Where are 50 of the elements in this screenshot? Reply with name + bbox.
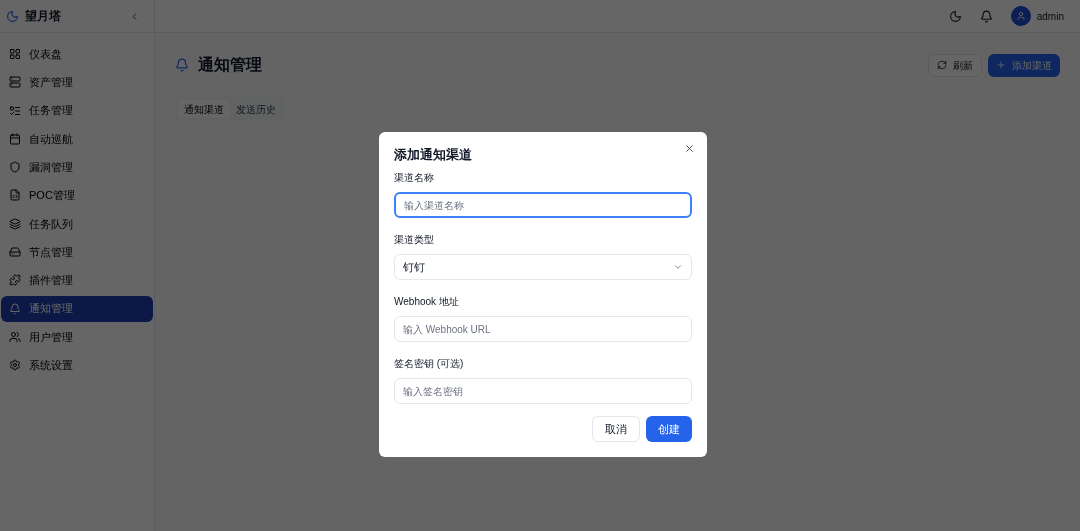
close-icon[interactable] (684, 143, 695, 154)
input-field[interactable]: 输入渠道名称 (394, 192, 692, 218)
user-name: admin (1036, 9, 1064, 24)
sidebar-item[interactable]: 通知管理 (1, 295, 153, 322)
primary-button[interactable]: 创建 (646, 416, 692, 442)
sidebar-item[interactable]: 系统设置 (1, 352, 153, 379)
sidebar-item[interactable]: 任务管理 (1, 97, 153, 124)
tab[interactable]: 发送历史 (230, 100, 282, 118)
sidebar-item[interactable]: POC管理 (1, 182, 153, 209)
app-name: 望月塔 (25, 8, 61, 25)
refresh-icon (937, 60, 947, 70)
plus-icon (996, 60, 1006, 70)
field-label: 渠道类型 (394, 233, 435, 247)
select-field[interactable]: 钉钉 (394, 254, 692, 280)
moon-logo-icon (6, 9, 19, 23)
add-channel-button[interactable]: 添加渠道 (988, 53, 1060, 77)
layers-icon (9, 217, 21, 230)
chevron-down-icon (673, 262, 683, 272)
avatar[interactable] (1010, 6, 1031, 26)
sidebar-item[interactable]: 资产管理 (1, 69, 153, 96)
page-title: 通知管理 (198, 55, 262, 75)
refresh-button[interactable]: 刷新 (928, 53, 982, 77)
sidebar-item[interactable]: 仪表盘 (1, 41, 153, 67)
outline-button[interactable]: 取消 (592, 416, 640, 442)
sidebar-item[interactable]: 插件管理 (1, 267, 153, 294)
puzzle-icon (9, 274, 21, 287)
user-icon (1015, 11, 1026, 21)
field-label: Webhook 地址 (394, 295, 460, 309)
sidebar-item[interactable]: 节点管理 (1, 239, 153, 266)
bell-icon (175, 58, 189, 72)
settings-icon (9, 359, 21, 372)
bell-icon (9, 302, 21, 315)
sidebar-item[interactable]: 用户管理 (1, 323, 153, 350)
sidebar-item[interactable]: 漏洞管理 (1, 154, 153, 181)
server-icon (9, 76, 21, 89)
calendar-icon (9, 132, 21, 145)
list-icon (9, 104, 21, 117)
notification-icon[interactable] (979, 9, 993, 23)
sidebar-item[interactable]: 自动巡航 (1, 125, 153, 152)
tab[interactable]: 通知渠道 (178, 100, 230, 118)
grid-icon (9, 48, 21, 60)
theme-toggle-icon[interactable] (948, 9, 962, 23)
file-code-icon (9, 189, 21, 202)
sidebar-item[interactable]: 任务队列 (1, 210, 153, 237)
drive-icon (9, 246, 21, 259)
field-label: 签名密钥 (可选) (394, 357, 465, 371)
shield-icon (9, 161, 21, 174)
dialog-title: 添加通知渠道 (394, 146, 472, 164)
users-icon (9, 330, 21, 343)
field-label: 渠道名称 (394, 171, 435, 185)
